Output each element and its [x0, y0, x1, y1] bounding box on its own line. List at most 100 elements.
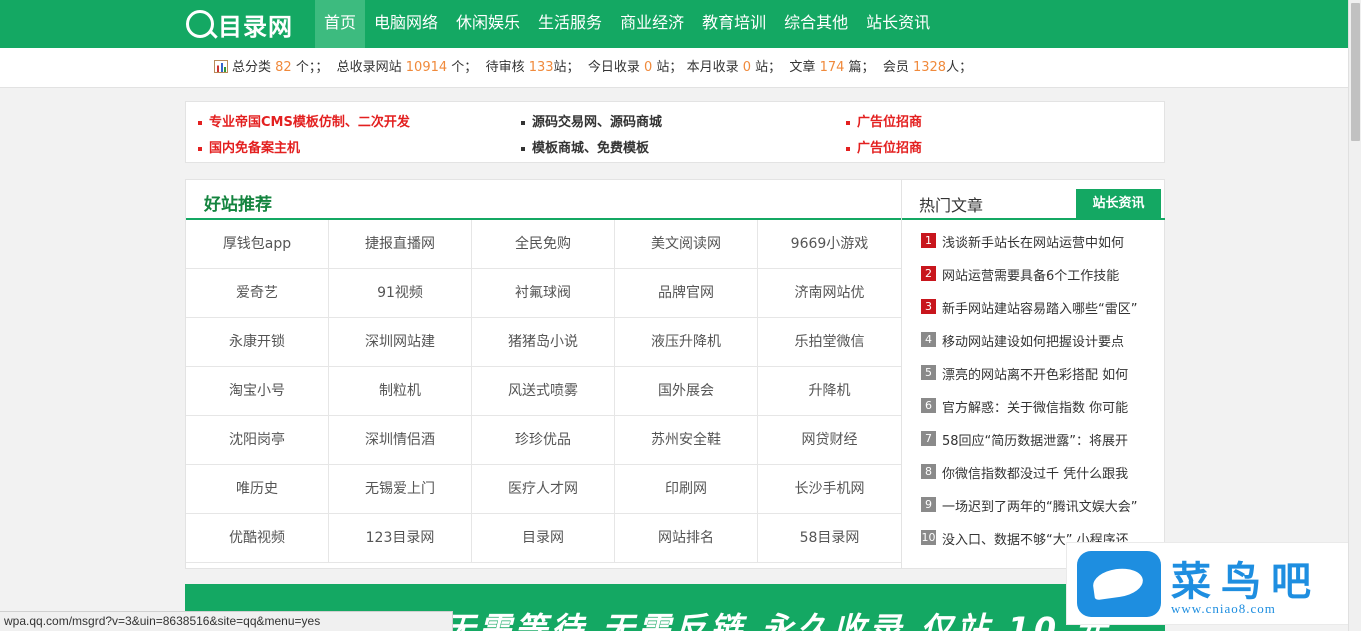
hot-articles-panel: 热门文章 站长资讯 1 浅谈新手站长在网站运营中如何 2 网站运营需要具备6个工作技能…: [901, 180, 1165, 568]
hot-article-item[interactable]: 7 58回应“简历数据泄露”：将展开: [921, 430, 1157, 463]
hot-article-item[interactable]: 1 浅谈新手站长在网站运营中如何: [921, 232, 1157, 265]
site-logo[interactable]: 目录网: [186, 6, 293, 42]
rank-badge: 2: [921, 266, 936, 281]
site-link[interactable]: 全民免购: [472, 220, 615, 269]
rank-badge: 6: [921, 398, 936, 413]
site-link[interactable]: 123目录网: [329, 514, 472, 563]
site-link[interactable]: 唯历史: [186, 465, 329, 514]
stats-label: 站；: [656, 60, 683, 75]
site-link[interactable]: 长沙手机网: [758, 465, 901, 514]
ad-link-label: 广告位招商: [857, 115, 923, 130]
ad-link[interactable]: 专业帝国CMS模板仿制、二次开发: [198, 111, 410, 130]
bullet-icon: [521, 146, 525, 151]
ad-link[interactable]: 国内免备案主机: [198, 137, 300, 156]
stats-label: 个；: [451, 60, 478, 75]
site-link[interactable]: 国外展会: [615, 367, 758, 416]
nav-education[interactable]: 教育培训: [693, 0, 775, 48]
site-link[interactable]: 沈阳岗亭: [186, 416, 329, 465]
site-link[interactable]: 猪猪岛小说: [472, 318, 615, 367]
nav-entertainment[interactable]: 休闲娱乐: [447, 0, 529, 48]
ad-link[interactable]: 源码交易网、源码商城: [521, 111, 662, 130]
site-link[interactable]: 济南网站优: [758, 269, 901, 318]
site-link[interactable]: 美文阅读网: [615, 220, 758, 269]
bar-chart-icon: [214, 60, 228, 73]
nav-computer-network[interactable]: 电脑网络: [365, 0, 447, 48]
ad-links-box: 专业帝国CMS模板仿制、二次开发 源码交易网、源码商城 广告位招商 国内免备案主…: [185, 101, 1165, 163]
ad-link[interactable]: 广告位招商: [846, 137, 922, 156]
hot-articles-header: 热门文章 站长资讯: [902, 180, 1165, 220]
site-link[interactable]: 网站排名: [615, 514, 758, 563]
rank-badge: 5: [921, 365, 936, 380]
site-link[interactable]: 衬氟球阀: [472, 269, 615, 318]
top-header: 目录网 首页 电脑网络 休闲娱乐 生活服务 商业经济 教育培训 综合其他 站长资…: [0, 0, 1348, 48]
bullet-icon: [846, 146, 850, 151]
hot-article-title: 漂亮的网站离不开色彩搭配 如何: [942, 368, 1129, 383]
promo-banner-text: 无需等待 无需反链 永久收录 仅站 10 元: [443, 610, 1112, 631]
site-link[interactable]: 目录网: [472, 514, 615, 563]
ad-link[interactable]: 广告位招商: [846, 111, 922, 130]
stats-sites: 10914: [405, 60, 448, 75]
site-link[interactable]: 厚钱包app: [186, 220, 329, 269]
nav-other[interactable]: 综合其他: [775, 0, 857, 48]
vertical-scrollbar[interactable]: [1348, 0, 1361, 631]
browser-status-bar: wpa.qq.com/msgrd?v=3&uin=8638516&site=qq…: [0, 611, 453, 631]
nav-home[interactable]: 首页: [315, 0, 366, 48]
watermark-url: www.cniao8.com: [1171, 601, 1276, 616]
hot-article-title: 你微信指数都没过千 凭什么跟我: [942, 467, 1129, 482]
main-content: 好站推荐 厚钱包app 捷报直播网 全民免购 美文阅读网 9669小游戏爱奇艺 91视频衬…: [185, 179, 1165, 569]
site-link[interactable]: 制粒机: [329, 367, 472, 416]
site-link[interactable]: 9669小游戏: [758, 220, 901, 269]
site-link[interactable]: 捷报直播网: [329, 220, 472, 269]
site-link[interactable]: 爱奇艺: [186, 269, 329, 318]
hot-article-item[interactable]: 8 你微信指数都没过千 凭什么跟我: [921, 463, 1157, 496]
bullet-icon: [198, 120, 202, 125]
hot-article-item[interactable]: 9 一场迟到了两年的“腾讯文娱大会”: [921, 496, 1157, 529]
stats-label: 文章: [789, 60, 816, 75]
site-link[interactable]: 升降机: [758, 367, 901, 416]
site-link[interactable]: 苏州安全鞋: [615, 416, 758, 465]
hot-article-item[interactable]: 2 网站运营需要具备6个工作技能: [921, 265, 1157, 298]
stats-label: 待审核: [485, 60, 525, 75]
site-link[interactable]: 深圳网站建: [329, 318, 472, 367]
site-link[interactable]: 优酷视频: [186, 514, 329, 563]
ad-link-label: 国内免备案主机: [209, 141, 301, 156]
site-link[interactable]: 58目录网: [758, 514, 901, 563]
hot-article-title: 新手网站建站容易踏入哪些“雷区”: [942, 302, 1138, 317]
site-link[interactable]: 无锡爱上门: [329, 465, 472, 514]
stats-label: 会员: [882, 60, 909, 75]
site-link[interactable]: 液压升降机: [615, 318, 758, 367]
ad-link[interactable]: 模板商城、免费模板: [521, 137, 649, 156]
search-logo-icon: [186, 10, 214, 38]
hot-articles-list: 1 浅谈新手站长在网站运营中如何 2 网站运营需要具备6个工作技能 3 新手网站建站容易踏…: [921, 232, 1157, 562]
stats-today: 0: [643, 60, 653, 75]
site-link[interactable]: 乐拍堂微信: [758, 318, 901, 367]
watermark-logo: 菜鸟吧 www.cniao8.com: [1066, 542, 1356, 625]
hot-article-item[interactable]: 6 官方解惑：关于微信指数 你可能: [921, 397, 1157, 430]
hot-article-title: 移动网站建设如何把握设计要点: [942, 335, 1125, 350]
site-link[interactable]: 淘宝小号: [186, 367, 329, 416]
site-link[interactable]: 印刷网: [615, 465, 758, 514]
site-link[interactable]: 品牌官网: [615, 269, 758, 318]
site-link[interactable]: 网贷财经: [758, 416, 901, 465]
site-link[interactable]: 珍珍优品: [472, 416, 615, 465]
hot-article-item[interactable]: 4 移动网站建设如何把握设计要点: [921, 331, 1157, 364]
site-link[interactable]: 永康开锁: [186, 318, 329, 367]
hot-article-title: 一场迟到了两年的“腾讯文娱大会”: [942, 500, 1138, 515]
nav-life-services[interactable]: 生活服务: [529, 0, 611, 48]
nav-webmaster-news[interactable]: 站长资讯: [857, 0, 939, 48]
hot-article-item[interactable]: 3 新手网站建站容易踏入哪些“雷区”: [921, 298, 1157, 331]
scrollbar-thumb[interactable]: [1351, 3, 1360, 141]
stats-members: 1328: [912, 60, 947, 75]
hot-article-item[interactable]: 5 漂亮的网站离不开色彩搭配 如何: [921, 364, 1157, 397]
site-link[interactable]: 医疗人才网: [472, 465, 615, 514]
recommended-sites-grid: 厚钱包app 捷报直播网 全民免购 美文阅读网 9669小游戏爱奇艺 91视频 衬氟球阀 品牌…: [186, 220, 901, 563]
nav-business[interactable]: 商业经济: [611, 0, 693, 48]
rank-badge: 3: [921, 299, 936, 314]
webmaster-news-tab[interactable]: 站长资讯: [1076, 189, 1161, 220]
bird-logo-icon: [1077, 551, 1161, 617]
logo-text: 目录网: [218, 12, 293, 41]
site-link[interactable]: 风送式喷雾: [472, 367, 615, 416]
site-link[interactable]: 91视频: [329, 269, 472, 318]
recommended-sites-title: 好站推荐: [204, 195, 272, 215]
site-link[interactable]: 深圳情侣酒: [329, 416, 472, 465]
